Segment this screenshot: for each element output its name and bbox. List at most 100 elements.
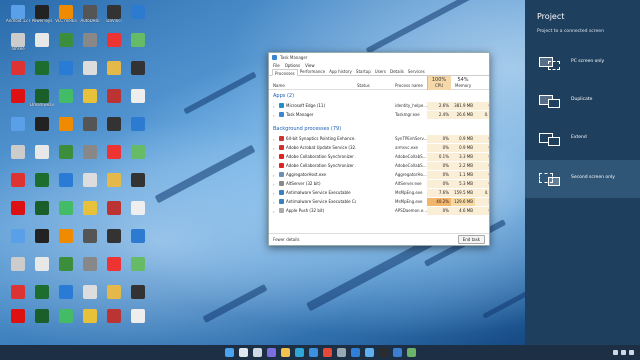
network-icon[interactable] bbox=[613, 350, 618, 355]
menu-options[interactable]: Options bbox=[285, 63, 300, 68]
desktop-icon[interactable] bbox=[30, 228, 54, 256]
file-explorer-icon[interactable] bbox=[280, 348, 290, 357]
option-extend[interactable]: Extend bbox=[525, 120, 640, 158]
process-row[interactable]: › Adobe Collaboration Synchronizer ... Ado… bbox=[269, 153, 489, 161]
desktop-icon[interactable] bbox=[102, 308, 126, 336]
process-row[interactable]: › Antimalware Service Executable Co... MsM… bbox=[269, 198, 489, 206]
desktop-icon[interactable] bbox=[30, 60, 54, 88]
option-duplicate[interactable]: Duplicate bbox=[525, 82, 640, 120]
desktop-icon[interactable] bbox=[102, 60, 126, 88]
desktop-icon[interactable] bbox=[78, 200, 102, 228]
desktop-icon[interactable] bbox=[54, 200, 78, 228]
desktop-icon[interactable] bbox=[78, 32, 102, 60]
desktop-icon[interactable] bbox=[54, 172, 78, 200]
menu-file[interactable]: File bbox=[273, 63, 280, 68]
photos-icon[interactable] bbox=[364, 348, 374, 357]
desktop-icon[interactable] bbox=[126, 172, 150, 200]
desktop-icon[interactable] bbox=[54, 116, 78, 144]
desktop-icon[interactable] bbox=[126, 144, 150, 172]
desktop-icon[interactable] bbox=[54, 32, 78, 60]
column-process-name[interactable]: Process name bbox=[395, 83, 423, 88]
desktop-icon[interactable] bbox=[78, 144, 102, 172]
process-row[interactable]: › Adobe Collaboration Synchronizer ... Ado… bbox=[269, 162, 489, 170]
desktop-icon[interactable]: Dreamweaver bbox=[30, 88, 54, 116]
desktop-icon[interactable]: AutoDesk bbox=[78, 4, 102, 32]
tab-details[interactable]: Details bbox=[388, 68, 406, 75]
desktop-icon[interactable] bbox=[102, 228, 126, 256]
desktop-icon[interactable] bbox=[78, 116, 102, 144]
start-icon[interactable] bbox=[224, 348, 234, 357]
edge-icon[interactable] bbox=[294, 348, 304, 357]
desktop-icon[interactable] bbox=[126, 308, 150, 336]
desktop-icon[interactable] bbox=[54, 88, 78, 116]
desktop-icon[interactable] bbox=[6, 200, 30, 228]
process-row[interactable]: › Microsoft Edge (11) identity_helpe... 2.6… bbox=[269, 102, 489, 110]
desktop-icon[interactable] bbox=[78, 256, 102, 284]
task-view-icon[interactable] bbox=[252, 348, 262, 357]
desktop-icon[interactable] bbox=[30, 172, 54, 200]
desktop-icon[interactable] bbox=[78, 308, 102, 336]
desktop-icon[interactable] bbox=[126, 4, 150, 32]
process-row[interactable]: › 64-bit Synaptics Pointing Enhance... Syn… bbox=[269, 135, 489, 143]
desktop-icon[interactable] bbox=[102, 172, 126, 200]
desktop-icon[interactable] bbox=[6, 88, 30, 116]
desktop-icon[interactable] bbox=[6, 144, 30, 172]
desktop-icon[interactable] bbox=[78, 228, 102, 256]
menu-view[interactable]: View bbox=[305, 63, 315, 68]
desktop-icon[interactable]: amsee bbox=[6, 32, 30, 60]
desktop-icon[interactable] bbox=[54, 228, 78, 256]
desktop-icon[interactable] bbox=[126, 88, 150, 116]
column-memory[interactable]: Memory bbox=[455, 83, 471, 88]
battery-icon[interactable] bbox=[629, 350, 634, 355]
process-row[interactable]: › AggregatorHost.exe AggregatorHo... 0% 1.1 … bbox=[269, 171, 489, 179]
tab-users[interactable]: Users bbox=[373, 68, 388, 75]
desktop-icon[interactable] bbox=[126, 256, 150, 284]
tab-app-history[interactable]: App history bbox=[327, 68, 354, 75]
desktop-icon[interactable]: Android 12 Beta Link bbox=[6, 4, 30, 32]
desktop-icon[interactable] bbox=[126, 116, 150, 144]
column-name[interactable]: Name bbox=[273, 83, 285, 88]
desktop-icon[interactable] bbox=[54, 308, 78, 336]
desktop-icon[interactable] bbox=[102, 88, 126, 116]
app-icon[interactable] bbox=[406, 348, 416, 357]
desktop-icon[interactable] bbox=[78, 172, 102, 200]
desktop-icon[interactable] bbox=[102, 200, 126, 228]
store-icon[interactable] bbox=[308, 348, 318, 357]
desktop-icon[interactable] bbox=[30, 116, 54, 144]
security-icon[interactable] bbox=[392, 348, 402, 357]
desktop-icon[interactable] bbox=[126, 32, 150, 60]
desktop-icon[interactable] bbox=[102, 116, 126, 144]
desktop-icon[interactable]: PowerToys bbox=[30, 4, 54, 32]
fewer-details-button[interactable]: Fewer details bbox=[273, 237, 300, 242]
tab-services[interactable]: Services bbox=[406, 68, 427, 75]
tab-startup[interactable]: Startup bbox=[354, 68, 373, 75]
terminal-icon[interactable] bbox=[378, 348, 388, 357]
process-row[interactable]: › AltServer (32 bit) AltServer.exe 0% 5.3 MB… bbox=[269, 180, 489, 188]
desktop-icon[interactable] bbox=[102, 32, 126, 60]
desktop-icon[interactable] bbox=[126, 228, 150, 256]
desktop-icon[interactable] bbox=[6, 308, 30, 336]
desktop-icon[interactable] bbox=[6, 172, 30, 200]
process-row[interactable]: › Task Manager Taskmgr.exe 2.4%26.6 MB0.1 bbox=[269, 111, 489, 119]
desktop-icon[interactable] bbox=[102, 144, 126, 172]
end-task-button[interactable]: End task bbox=[457, 235, 485, 244]
desktop-icon[interactable] bbox=[30, 256, 54, 284]
desktop-icon[interactable] bbox=[6, 256, 30, 284]
task-manager-window[interactable]: Task Manager File Options View Processes… bbox=[268, 52, 490, 246]
process-row[interactable]: › Antimalware Service Executable MsMpEng.e… bbox=[269, 189, 489, 197]
column-status[interactable]: Status bbox=[357, 83, 370, 88]
desktop-icon[interactable] bbox=[30, 200, 54, 228]
option-pc-screen-only[interactable]: PC screen only bbox=[525, 44, 640, 82]
desktop-icon[interactable] bbox=[30, 32, 54, 60]
settings-icon[interactable] bbox=[336, 348, 346, 357]
desktop-icon[interactable] bbox=[102, 256, 126, 284]
desktop-icon[interactable]: DaVinci bbox=[102, 4, 126, 32]
desktop-icon[interactable] bbox=[126, 200, 150, 228]
column-cpu[interactable]: CPU bbox=[435, 83, 443, 88]
option-second-screen-only[interactable]: Second screen only bbox=[525, 160, 640, 198]
tab-processes[interactable]: Processes bbox=[272, 69, 298, 76]
mail-icon[interactable] bbox=[350, 348, 360, 357]
desktop-icon[interactable] bbox=[54, 256, 78, 284]
desktop-icon[interactable] bbox=[6, 116, 30, 144]
desktop-icon[interactable] bbox=[30, 144, 54, 172]
